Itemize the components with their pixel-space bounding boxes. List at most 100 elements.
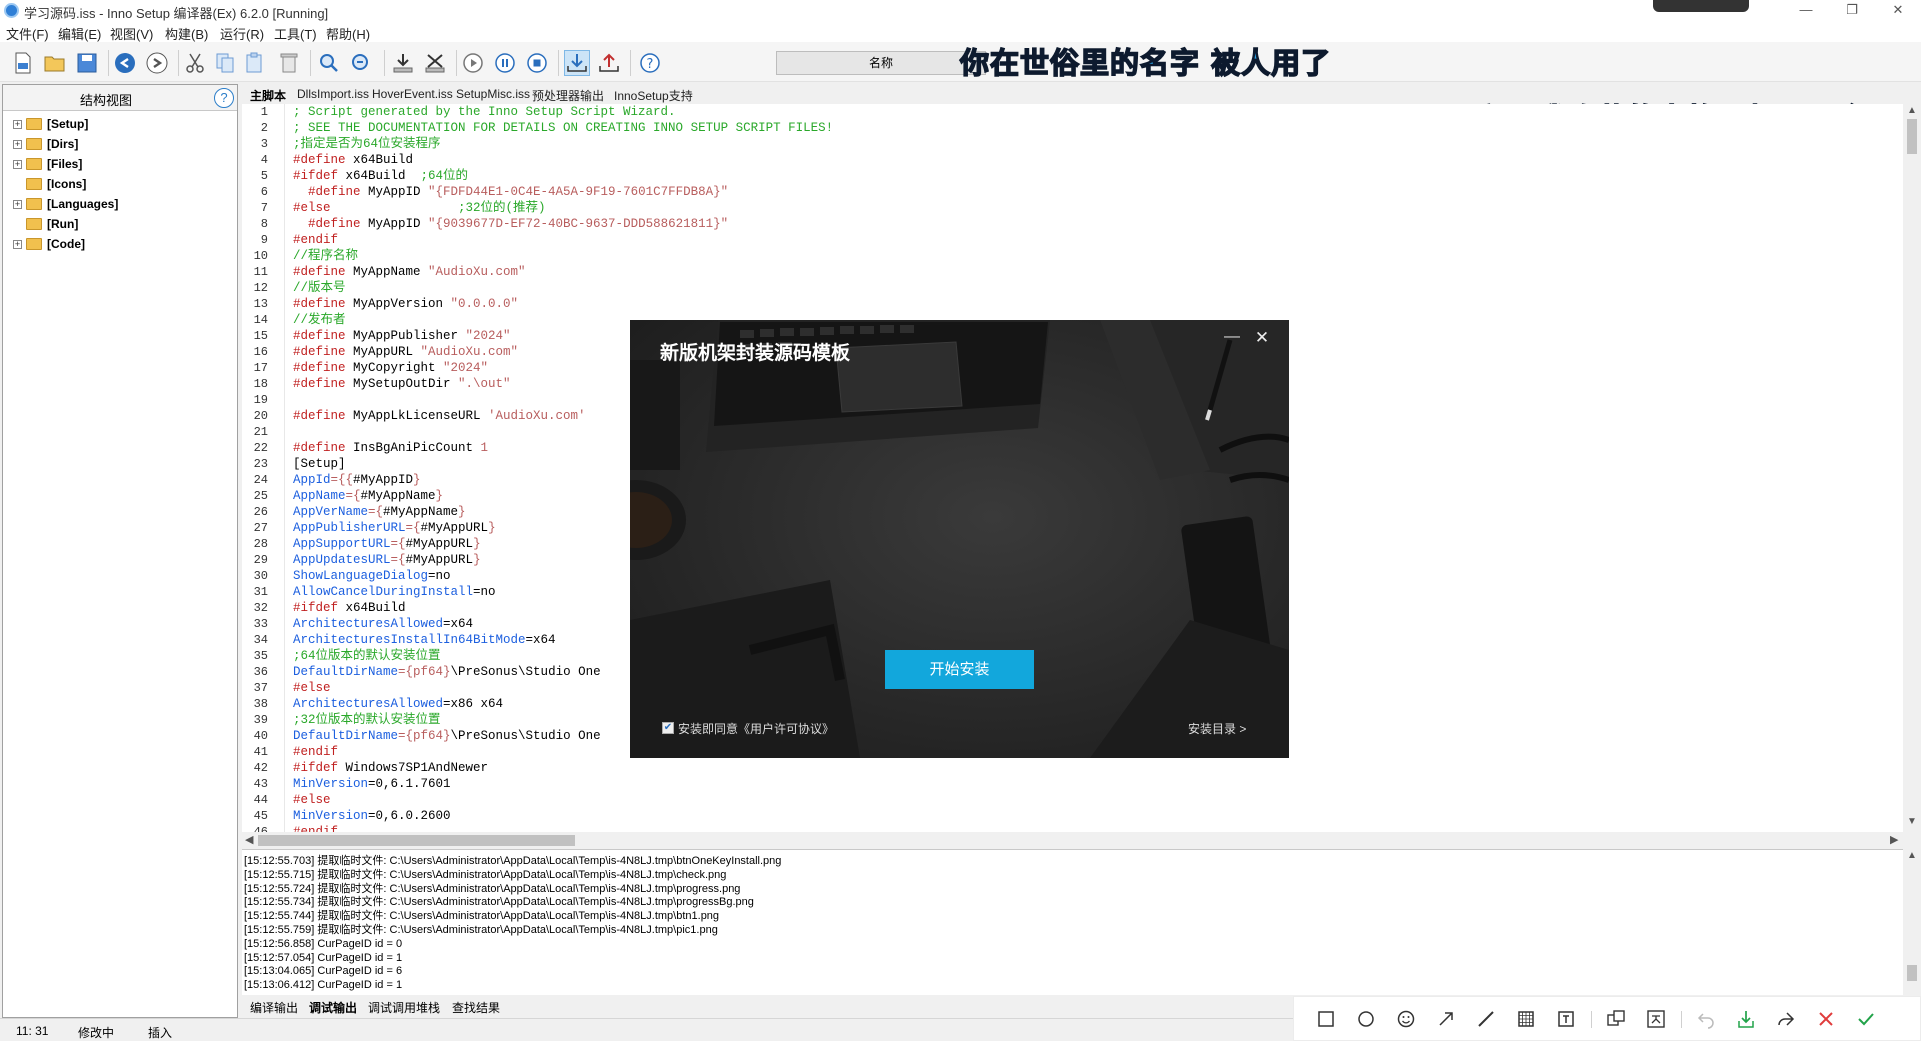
expand-icon[interactable]: + — [13, 199, 22, 209]
redo-icon[interactable] — [144, 50, 170, 76]
editor-vertical-scrollbar[interactable]: ▲ ▼ — [1903, 104, 1921, 832]
find-icon[interactable] — [316, 50, 342, 76]
tab-preprocessor-output[interactable]: 预处理器输出 — [532, 87, 604, 104]
tree-item[interactable]: + [Dirs] — [13, 135, 78, 153]
ellipse-icon[interactable] — [1354, 1007, 1378, 1031]
menu-help[interactable]: 帮助(H) — [326, 24, 370, 43]
expand-icon[interactable]: + — [13, 119, 22, 129]
new-file-icon[interactable] — [10, 50, 36, 76]
tab-find-results[interactable]: 查找结果 — [452, 999, 500, 1016]
code-line[interactable]: 5 #ifdef x64Build ;64位的 — [242, 168, 1903, 184]
pin-icon[interactable] — [1604, 1007, 1628, 1031]
confirm-icon[interactable] — [1854, 1007, 1878, 1031]
scroll-left-icon[interactable]: ◀ — [245, 833, 253, 846]
undo-icon[interactable] — [112, 50, 138, 76]
tab-debug-callstack[interactable]: 调试调用堆栈 — [368, 999, 440, 1016]
tree-item[interactable]: + [Code] — [13, 235, 85, 253]
agree-checkbox[interactable]: ✔ — [662, 722, 674, 734]
cancel-icon[interactable] — [1814, 1007, 1838, 1031]
dialog-close-button[interactable]: ✕ — [1252, 328, 1272, 348]
expand-icon[interactable]: + — [13, 139, 22, 149]
license-agreement-link[interactable]: 安装即同意《用户许可协议》 — [678, 720, 834, 737]
scroll-down-icon[interactable]: ▼ — [1907, 816, 1917, 827]
menu-edit[interactable]: 编辑(E) — [58, 24, 101, 43]
mosaic-icon[interactable] — [1514, 1007, 1538, 1031]
translate-icon[interactable] — [1644, 1007, 1668, 1031]
output-vertical-scrollbar[interactable]: ▲ — [1903, 849, 1921, 995]
stop-compile-icon[interactable] — [422, 50, 448, 76]
menu-run[interactable]: 运行(R) — [220, 24, 264, 43]
code-line[interactable]: 10 //程序名称 — [242, 248, 1903, 264]
pen-icon[interactable] — [1474, 1007, 1498, 1031]
stop-icon[interactable] — [524, 50, 550, 76]
code-line[interactable]: 9 #endif — [242, 232, 1903, 248]
arrow-icon[interactable] — [1434, 1007, 1458, 1031]
output-scroll-up-icon[interactable]: ▲ — [1907, 850, 1917, 861]
undo-icon[interactable] — [1694, 1007, 1718, 1031]
save-icon[interactable] — [74, 50, 100, 76]
code-line[interactable]: 44 #else — [242, 792, 1903, 808]
menu-file[interactable]: 文件(F) — [6, 24, 49, 43]
tab-innosetup-support[interactable]: InnoSetup支持 — [614, 87, 693, 104]
code-line[interactable]: 6 #define MyAppID "{FDFD44E1-0C4E-4A5A-9… — [242, 184, 1903, 200]
tree-item[interactable]: [Icons] — [13, 175, 86, 193]
close-button[interactable]: ✕ — [1875, 0, 1921, 22]
tree-item[interactable]: + [Languages] — [13, 195, 118, 213]
emoji-icon[interactable] — [1394, 1007, 1418, 1031]
name-field[interactable]: 名称 — [776, 51, 986, 75]
code-line[interactable]: 8 #define MyAppID "{9039677D-EF72-40BC-9… — [242, 216, 1903, 232]
editor-vertical-scroll-thumb[interactable] — [1907, 119, 1917, 154]
download-icon[interactable] — [564, 50, 590, 76]
paste-icon[interactable] — [242, 50, 268, 76]
debug-output[interactable]: [15:12:55.703] 提取临时文件: C:\Users\Administ… — [242, 849, 1903, 995]
code-line[interactable]: 1 ; Script generated by the Inno Setup Sc… — [242, 104, 1903, 120]
text-icon[interactable] — [1554, 1007, 1578, 1031]
output-scroll-thumb[interactable] — [1907, 965, 1917, 981]
menu-build[interactable]: 构建(B) — [165, 24, 208, 43]
tab-dllsimport[interactable]: DllsImport.iss — [297, 87, 369, 101]
save-icon[interactable] — [1734, 1007, 1758, 1031]
open-icon[interactable] — [42, 50, 68, 76]
compile-icon[interactable] — [390, 50, 416, 76]
code-line[interactable]: 2 ; SEE THE DOCUMENTATION FOR DETAILS ON … — [242, 120, 1903, 136]
editor-horizontal-scrollbar[interactable]: ◀ ▶ — [242, 832, 1903, 849]
expand-icon[interactable]: + — [13, 239, 22, 249]
tree-item[interactable]: + [Files] — [13, 155, 82, 173]
code-line[interactable]: 12 //版本号 — [242, 280, 1903, 296]
code-line[interactable]: 42 #ifdef Windows7SP1AndNewer — [242, 760, 1903, 776]
share-icon[interactable] — [1774, 1007, 1798, 1031]
minimize-button[interactable]: — — [1783, 0, 1829, 22]
code-line[interactable]: 3 ;指定是否为64位安装程序 — [242, 136, 1903, 152]
help-icon[interactable]: ? — [637, 50, 663, 76]
expand-icon[interactable]: + — [13, 159, 22, 169]
tab-setupmisc[interactable]: SetupMisc.iss — [456, 87, 530, 101]
tree-item[interactable]: [Run] — [13, 215, 78, 233]
code-line[interactable]: 11 #define MyAppName "AudioXu.com" — [242, 264, 1903, 280]
editor-horizontal-scroll-thumb[interactable] — [258, 835, 575, 846]
install-directory-link[interactable]: 安装目录 > — [1188, 720, 1246, 737]
code-line[interactable]: 45 MinVersion=0,6.0.2600 — [242, 808, 1903, 824]
tab-hoverevent[interactable]: HoverEvent.iss — [372, 87, 453, 101]
menu-tools[interactable]: 工具(T) — [274, 24, 317, 43]
upload-icon[interactable] — [596, 50, 622, 76]
pause-icon[interactable] — [492, 50, 518, 76]
code-line[interactable]: 46 #endif — [242, 824, 1903, 832]
delete-icon[interactable] — [276, 50, 302, 76]
cut-icon[interactable] — [182, 50, 208, 76]
dialog-minimize-button[interactable]: — — [1222, 328, 1242, 348]
tab-main-script[interactable]: 主脚本 — [250, 87, 286, 104]
replace-icon[interactable] — [348, 50, 374, 76]
tab-compile-output[interactable]: 编译输出 — [250, 999, 298, 1016]
maximize-button[interactable]: ❐ — [1829, 0, 1875, 22]
scroll-up-icon[interactable]: ▲ — [1907, 105, 1917, 116]
tab-debug-output[interactable]: 调试输出 — [309, 999, 357, 1016]
help-button[interactable]: ? — [214, 88, 234, 108]
rectangle-icon[interactable] — [1314, 1007, 1338, 1031]
copy-icon[interactable] — [212, 50, 238, 76]
scroll-right-icon[interactable]: ▶ — [1890, 833, 1898, 846]
start-install-button[interactable]: 开始安装 — [885, 650, 1034, 689]
tree-item[interactable]: + [Setup] — [13, 115, 88, 133]
run-icon[interactable] — [460, 50, 486, 76]
code-line[interactable]: 7 #else ;32位的(推荐) — [242, 200, 1903, 216]
code-line[interactable]: 4 #define x64Build — [242, 152, 1903, 168]
